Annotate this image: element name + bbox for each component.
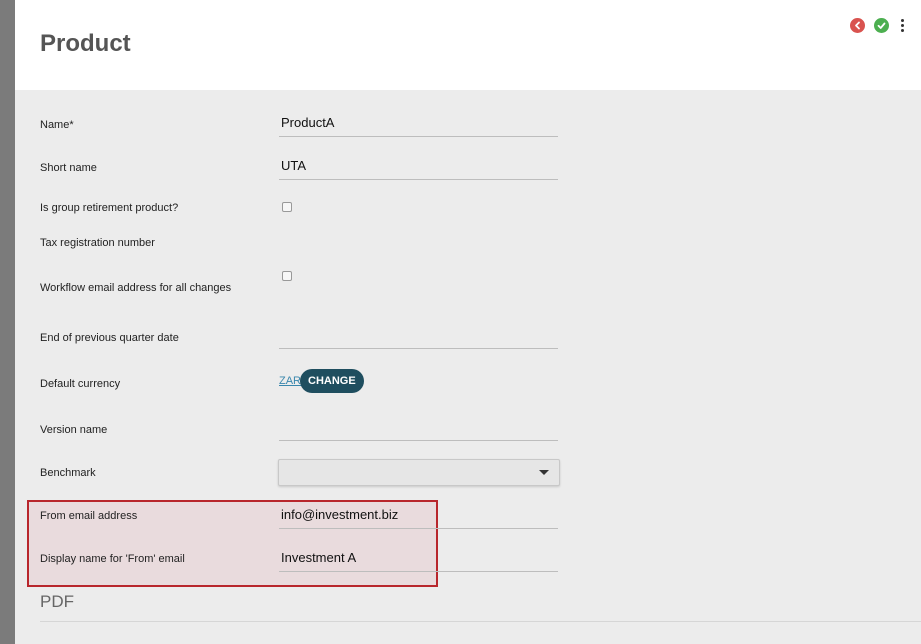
version-name-label: Version name: [40, 424, 108, 436]
display-name-label: Display name for 'From' email: [40, 553, 185, 565]
header-actions: [850, 18, 907, 33]
end-quarter-date-field[interactable]: [279, 324, 558, 349]
from-email-label: From email address: [40, 510, 138, 522]
workflow-email-label: Workflow email address for all changes: [40, 282, 232, 294]
name-field[interactable]: ProductA: [279, 112, 558, 137]
left-sidebar-strip: [0, 0, 15, 644]
group-retirement-label: Is group retirement product?: [40, 202, 179, 214]
check-icon[interactable]: [874, 18, 889, 33]
version-name-field[interactable]: [279, 416, 558, 441]
end-quarter-date-label: End of previous quarter date: [40, 332, 179, 344]
page-title: Product: [40, 30, 131, 57]
name-value: ProductA: [281, 115, 335, 130]
benchmark-label: Benchmark: [40, 467, 96, 479]
chevron-down-icon: [539, 470, 549, 475]
workflow-email-checkbox[interactable]: [282, 271, 292, 281]
name-label: Name*: [40, 119, 74, 131]
from-email-field[interactable]: info@investment.biz: [279, 504, 558, 529]
display-name-field[interactable]: Investment A: [279, 547, 558, 572]
section-divider: [40, 621, 921, 622]
default-currency-label: Default currency: [40, 378, 121, 390]
kebab-menu-icon[interactable]: [898, 18, 907, 33]
short-name-value: UTA: [281, 158, 307, 173]
currency-link[interactable]: ZAR: [279, 375, 301, 387]
from-email-value: info@investment.biz: [281, 507, 399, 522]
tax-registration-label: Tax registration number: [40, 237, 155, 249]
page-header: Product: [15, 0, 921, 90]
display-name-value: Investment A: [281, 550, 357, 565]
back-icon[interactable]: [850, 18, 865, 33]
short-name-field[interactable]: UTA: [279, 155, 558, 180]
short-name-label: Short name: [40, 162, 97, 174]
change-currency-button[interactable]: CHANGE: [300, 369, 364, 393]
benchmark-select[interactable]: [278, 459, 560, 486]
pdf-section-title: PDF: [40, 592, 74, 611]
group-retirement-checkbox[interactable]: [282, 202, 292, 212]
